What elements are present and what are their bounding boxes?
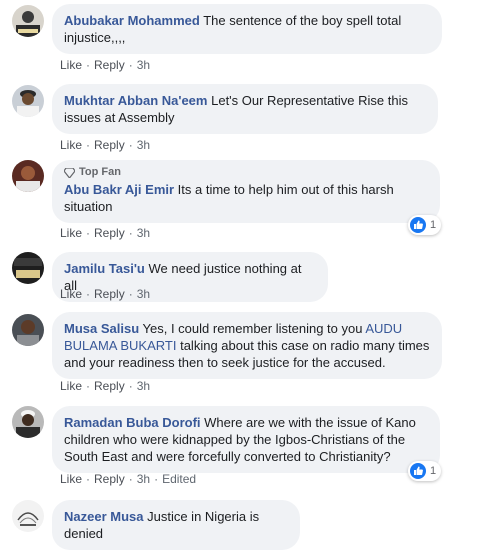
timestamp[interactable]: 3h xyxy=(137,472,150,486)
avatar[interactable] xyxy=(12,85,44,117)
reply-link[interactable]: Reply xyxy=(94,287,125,301)
reaction-count: 1 xyxy=(430,219,437,231)
thumbs-up-icon xyxy=(410,463,426,479)
comment-bubble: Musa Salisu Yes, I could remember listen… xyxy=(52,312,442,379)
like-link[interactable]: Like xyxy=(60,58,82,72)
reply-link[interactable]: Reply xyxy=(94,226,125,240)
comment-bubble: Nazeer Musa Justice in Nigeria is denied xyxy=(52,500,300,550)
comment-bubble: Top Fan Abu Bakr Aji Emir Its a time to … xyxy=(52,160,440,223)
top-fan-badge[interactable]: Top Fan xyxy=(64,166,428,179)
avatar[interactable] xyxy=(12,160,44,192)
top-fan-label: Top Fan xyxy=(79,166,121,178)
like-link[interactable]: Like xyxy=(60,472,82,486)
avatar[interactable] xyxy=(12,314,44,346)
comment-author[interactable]: Abubakar Mohammed xyxy=(64,13,200,28)
edited-label[interactable]: Edited xyxy=(162,472,196,486)
comment-author[interactable]: Jamilu Tasi'u xyxy=(64,261,145,276)
comment-actions: Like · Reply · 3h xyxy=(60,58,151,72)
reaction-count-badge[interactable]: 1 xyxy=(408,215,442,235)
timestamp[interactable]: 3h xyxy=(137,138,150,152)
reply-link[interactable]: Reply xyxy=(94,138,125,152)
timestamp[interactable]: 3h xyxy=(137,58,150,72)
comment-author[interactable]: Nazeer Musa xyxy=(64,509,143,524)
avatar[interactable] xyxy=(12,500,44,532)
comment-author[interactable]: Mukhtar Abban Na'eem xyxy=(64,93,207,108)
reaction-count-badge[interactable]: 1 xyxy=(408,461,442,481)
comment-bubble: Ramadan Buba Dorofi Where are we with th… xyxy=(52,406,440,473)
like-link[interactable]: Like xyxy=(60,138,82,152)
comment-author[interactable]: Ramadan Buba Dorofi xyxy=(64,415,201,430)
comment-actions: Like · Reply · 3h xyxy=(60,226,151,240)
timestamp[interactable]: 3h xyxy=(137,226,150,240)
avatar[interactable] xyxy=(12,252,44,284)
diamond-icon xyxy=(64,167,75,178)
reply-link[interactable]: Reply xyxy=(94,58,125,72)
reaction-count: 1 xyxy=(430,465,437,477)
thumbs-up-icon xyxy=(410,217,426,233)
comment-actions: Like · Reply · 3h xyxy=(60,379,151,393)
timestamp[interactable]: 3h xyxy=(137,287,150,301)
timestamp[interactable]: 3h xyxy=(137,379,150,393)
comment-actions: Like · Reply · 3h · Edited xyxy=(60,472,197,486)
avatar[interactable] xyxy=(12,406,44,438)
comment-actions: Like · Reply · 3h xyxy=(60,138,151,152)
reply-link[interactable]: Reply xyxy=(94,472,125,486)
comment-actions: Like · Reply · 3h xyxy=(60,287,151,301)
comment-bubble: Abubakar Mohammed The sentence of the bo… xyxy=(52,4,442,54)
comment-bubble: Mukhtar Abban Na'eem Let's Our Represent… xyxy=(52,84,438,134)
like-link[interactable]: Like xyxy=(60,287,82,301)
like-link[interactable]: Like xyxy=(60,379,82,393)
like-link[interactable]: Like xyxy=(60,226,82,240)
reply-link[interactable]: Reply xyxy=(94,379,125,393)
comment-author[interactable]: Musa Salisu xyxy=(64,321,139,336)
avatar[interactable] xyxy=(12,5,44,37)
comment-text: Yes, I could remember listening to you xyxy=(142,321,363,336)
comment-author[interactable]: Abu Bakr Aji Emir xyxy=(64,182,174,197)
